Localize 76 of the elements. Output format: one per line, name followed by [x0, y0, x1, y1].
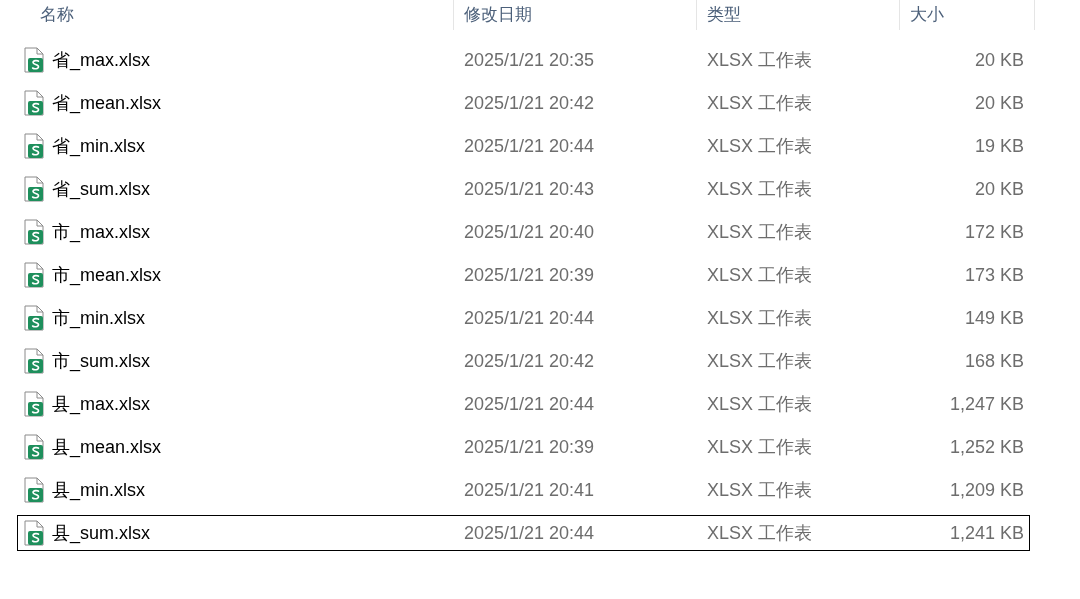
file-size: 20 KB — [974, 48, 1024, 72]
file-size: 19 KB — [974, 134, 1024, 158]
file-type: XLSX 工作表 — [707, 264, 813, 285]
spreadsheet-file-icon — [24, 434, 46, 460]
file-name: 省_max.xlsx — [52, 48, 150, 73]
file-type: XLSX 工作表 — [707, 49, 813, 70]
spreadsheet-file-icon — [24, 176, 46, 202]
modified-date: 2025/1/21 20:39 — [464, 264, 595, 285]
file-row[interactable]: 市_mean.xlsx 2025/1/21 20:39 XLSX 工作表 173 KB — [17, 257, 1030, 293]
modified-date: 2025/1/21 20:44 — [464, 522, 595, 543]
file-row[interactable]: 省_min.xlsx 2025/1/21 20:44 XLSX 工作表 19 KB — [17, 128, 1030, 164]
file-row[interactable]: 市_max.xlsx 2025/1/21 20:40 XLSX 工作表 172 KB — [17, 214, 1030, 250]
column-header[interactable]: 修改日期 — [464, 2, 532, 28]
file-size: 173 KB — [964, 263, 1024, 287]
file-row[interactable]: 市_min.xlsx 2025/1/21 20:44 XLSX 工作表 149 KB — [17, 300, 1030, 336]
modified-date: 2025/1/21 20:42 — [464, 350, 595, 371]
file-type: XLSX 工作表 — [707, 436, 813, 457]
file-size: 1,247 KB — [949, 392, 1024, 416]
modified-date: 2025/1/21 20:41 — [464, 479, 595, 500]
file-size: 172 KB — [964, 220, 1024, 244]
modified-date: 2025/1/21 20:42 — [464, 92, 595, 113]
column-header[interactable]: 类型 — [707, 2, 741, 28]
file-type: XLSX 工作表 — [707, 393, 813, 414]
file-type: XLSX 工作表 — [707, 92, 813, 113]
file-type: XLSX 工作表 — [707, 522, 813, 543]
file-row[interactable]: 县_min.xlsx 2025/1/21 20:41 XLSX 工作表 1,209 KB — [17, 472, 1030, 508]
file-size: 20 KB — [974, 177, 1024, 201]
spreadsheet-file-icon — [24, 133, 46, 159]
spreadsheet-file-icon — [24, 219, 46, 245]
file-name: 市_max.xlsx — [52, 220, 150, 245]
file-name: 省_mean.xlsx — [52, 91, 162, 116]
spreadsheet-file-icon — [24, 520, 46, 546]
file-name: 县_min.xlsx — [52, 478, 145, 503]
file-name: 市_sum.xlsx — [52, 349, 150, 374]
file-row[interactable]: 县_sum.xlsx 2025/1/21 20:44 XLSX 工作表 1,241 KB — [17, 515, 1030, 551]
file-row[interactable]: 市_sum.xlsx 2025/1/21 20:42 XLSX 工作表 168 KB — [17, 343, 1030, 379]
spreadsheet-file-icon — [24, 477, 46, 503]
column-header[interactable]: 大小 — [910, 2, 944, 28]
spreadsheet-file-icon — [24, 305, 46, 331]
file-type: XLSX 工作表 — [707, 178, 813, 199]
file-size: 1,252 KB — [949, 435, 1024, 459]
column-header[interactable]: 名称 — [40, 2, 74, 28]
modified-date: 2025/1/21 20:44 — [464, 393, 595, 414]
file-name: 省_min.xlsx — [52, 134, 145, 159]
file-row[interactable]: 县_mean.xlsx 2025/1/21 20:39 XLSX 工作表 1,252 KB — [17, 429, 1030, 465]
file-type: XLSX 工作表 — [707, 479, 813, 500]
file-type: XLSX 工作表 — [707, 221, 813, 242]
file-row[interactable]: 县_max.xlsx 2025/1/21 20:44 XLSX 工作表 1,247 KB — [17, 386, 1030, 422]
file-name: 县_max.xlsx — [52, 392, 150, 417]
modified-date: 2025/1/21 20:40 — [464, 221, 595, 242]
file-size: 149 KB — [964, 306, 1024, 330]
file-name: 市_min.xlsx — [52, 306, 145, 331]
file-name: 县_mean.xlsx — [52, 435, 162, 460]
spreadsheet-file-icon — [24, 391, 46, 417]
modified-date: 2025/1/21 20:35 — [464, 49, 595, 70]
file-name: 省_sum.xlsx — [52, 177, 150, 202]
file-type: XLSX 工作表 — [707, 307, 813, 328]
file-size: 1,241 KB — [949, 521, 1024, 545]
file-row[interactable]: 省_max.xlsx 2025/1/21 20:35 XLSX 工作表 20 KB — [17, 42, 1030, 78]
file-size: 1,209 KB — [949, 478, 1024, 502]
file-row[interactable]: 省_mean.xlsx 2025/1/21 20:42 XLSX 工作表 20 KB — [17, 85, 1030, 121]
modified-date: 2025/1/21 20:44 — [464, 135, 595, 156]
file-name: 市_mean.xlsx — [52, 263, 162, 288]
spreadsheet-file-icon — [24, 47, 46, 73]
file-type: XLSX 工作表 — [707, 135, 813, 156]
file-name: 县_sum.xlsx — [52, 521, 150, 546]
file-row[interactable]: 省_sum.xlsx 2025/1/21 20:43 XLSX 工作表 20 KB — [17, 171, 1030, 207]
modified-date: 2025/1/21 20:43 — [464, 178, 595, 199]
modified-date: 2025/1/21 20:39 — [464, 436, 595, 457]
spreadsheet-file-icon — [24, 262, 46, 288]
spreadsheet-file-icon — [24, 90, 46, 116]
file-size: 168 KB — [964, 349, 1024, 373]
file-size: 20 KB — [974, 91, 1024, 115]
file-type: XLSX 工作表 — [707, 350, 813, 371]
modified-date: 2025/1/21 20:44 — [464, 307, 595, 328]
spreadsheet-file-icon — [24, 348, 46, 374]
